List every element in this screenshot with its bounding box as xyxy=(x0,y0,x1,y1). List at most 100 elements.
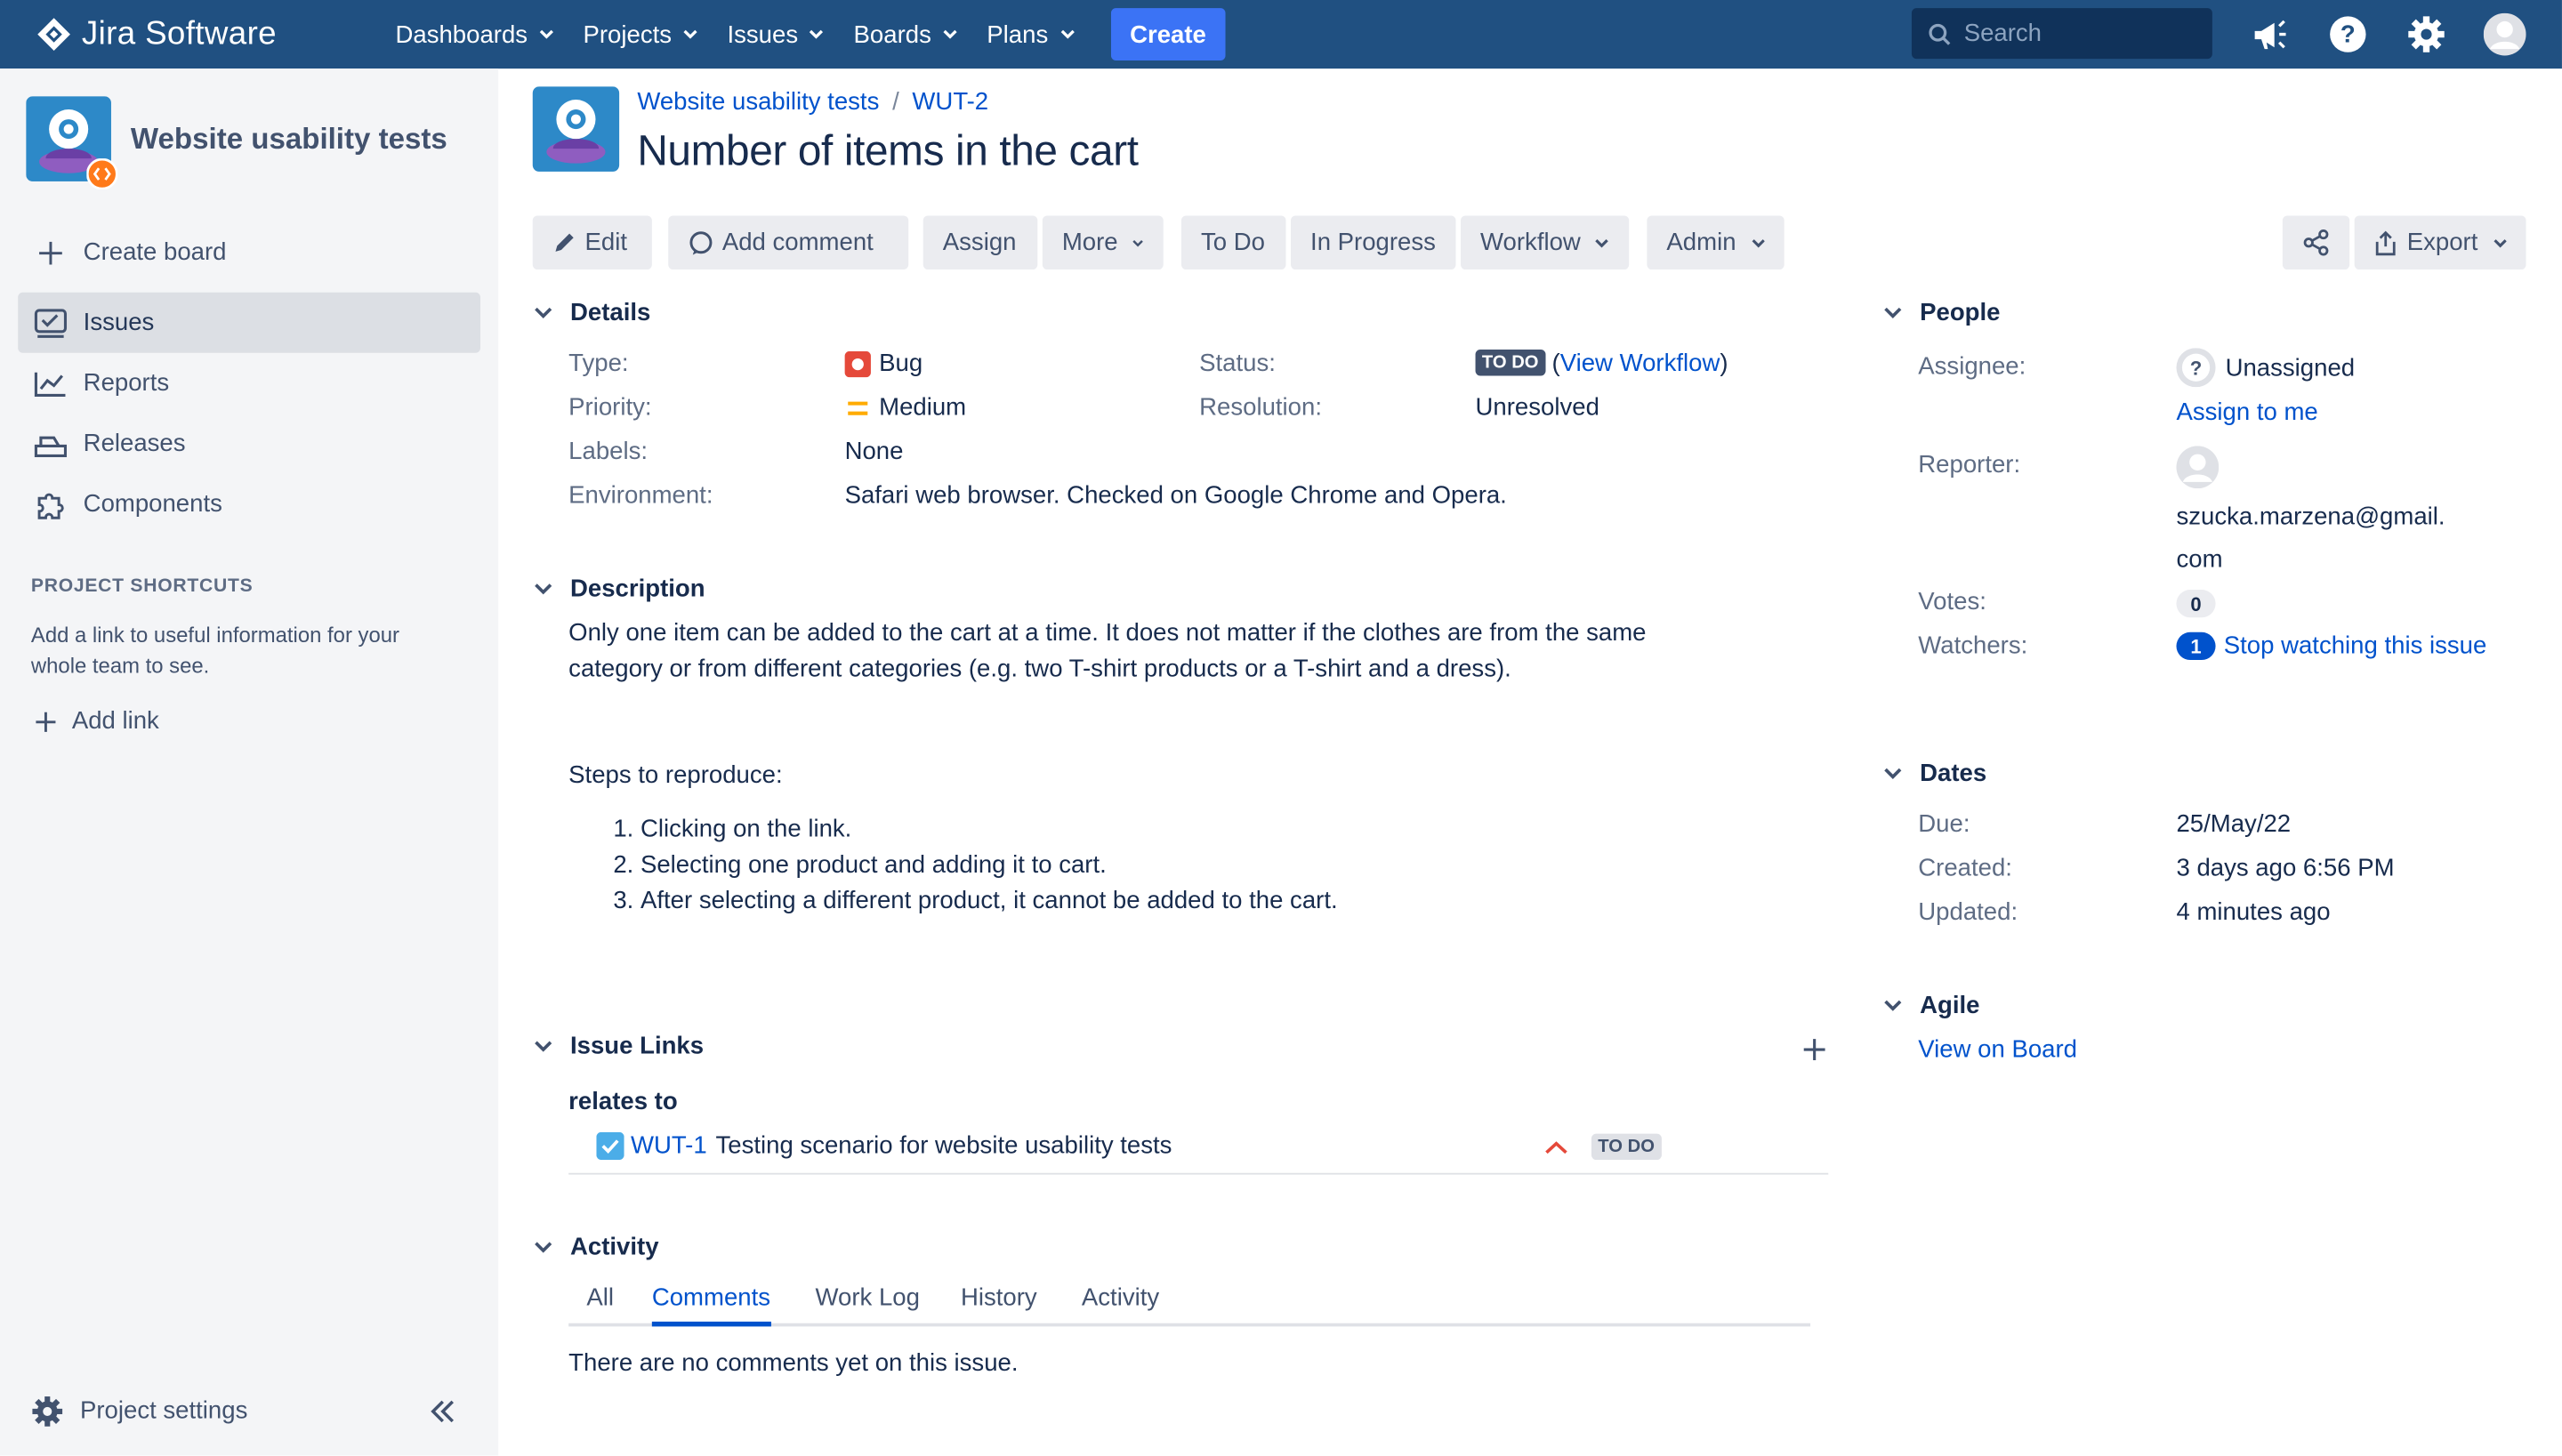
paren-open: ( xyxy=(1551,350,1560,378)
share-icon xyxy=(2303,229,2329,256)
view-workflow-link[interactable]: View Workflow xyxy=(1560,350,1720,377)
workflow-button[interactable]: Workflow xyxy=(1461,215,1630,270)
linked-issue-key[interactable]: WUT-1 xyxy=(631,1132,707,1160)
nav-plans[interactable]: Plans xyxy=(974,10,1088,59)
activity-section-toggle[interactable]: Activity xyxy=(535,1234,659,1261)
issue-links-section-toggle[interactable]: Issue Links xyxy=(535,1033,704,1060)
project-avatar[interactable] xyxy=(532,86,620,172)
user-avatar-icon[interactable] xyxy=(2482,12,2527,57)
tab-activity[interactable]: Activity xyxy=(1082,1284,1159,1327)
nav-label: Plans xyxy=(987,20,1049,49)
description-section-toggle[interactable]: Description xyxy=(535,575,705,603)
search-input[interactable]: Search xyxy=(1911,8,2212,60)
details-section-toggle[interactable]: Details xyxy=(535,299,650,326)
assign-button[interactable]: Assign xyxy=(922,215,1038,270)
chevron-down-icon xyxy=(943,29,957,39)
add-comment-button[interactable]: Add comment xyxy=(668,215,909,270)
more-button[interactable]: More xyxy=(1042,215,1164,270)
nav-label: Projects xyxy=(583,20,673,49)
collapse-sidebar-icon[interactable] xyxy=(425,1396,461,1428)
breadcrumb-project[interactable]: Website usability tests xyxy=(637,88,879,116)
jira-logo[interactable]: Jira Software xyxy=(36,15,362,52)
breadcrumb-separator: / xyxy=(892,88,899,117)
description-body[interactable]: Only one item can be added to the cart a… xyxy=(568,615,1646,688)
priority[interactable]: Medium xyxy=(845,393,967,422)
chevron-down-icon xyxy=(1596,238,1609,247)
add-issue-link-plus-icon[interactable] xyxy=(1799,1034,1828,1064)
settings-gear-icon[interactable] xyxy=(2404,12,2449,57)
notifications-icon[interactable] xyxy=(2246,12,2292,57)
nav-dashboards[interactable]: Dashboards xyxy=(383,10,567,59)
paren-close: ) xyxy=(1720,350,1728,378)
nav-projects[interactable]: Projects xyxy=(570,10,711,59)
people-section-toggle[interactable]: People xyxy=(1884,299,2000,326)
releases-icon xyxy=(34,430,68,457)
issue-type[interactable]: Bug xyxy=(844,350,923,378)
chevron-down-icon xyxy=(2493,238,2506,247)
view-on-board-link[interactable]: View on Board xyxy=(1918,1035,2077,1063)
step-item: After selecting a different product, it … xyxy=(640,884,1338,920)
tab-comments[interactable]: Comments xyxy=(651,1284,771,1327)
assign-to-me-link[interactable]: Assign to me xyxy=(2176,398,2317,426)
reporter-email[interactable]: szucka.marzena@gmail. com xyxy=(2176,496,2445,582)
nav-issues[interactable]: Issues xyxy=(714,10,837,59)
priority-label: Priority: xyxy=(568,393,652,422)
nav-boards[interactable]: Boards xyxy=(841,10,971,59)
components-puzzle-icon xyxy=(35,487,68,520)
environment-value[interactable]: Safari web browser. Checked on Google Ch… xyxy=(845,482,1507,510)
linked-issue-title[interactable]: Testing scenario for website usability t… xyxy=(715,1132,1172,1160)
description-heading: Description xyxy=(570,575,705,603)
agile-section-toggle[interactable]: Agile xyxy=(1884,992,1980,1019)
add-link-button[interactable]: Add link xyxy=(13,691,476,752)
reporter-email-line: com xyxy=(2176,545,2223,574)
updated-date: 4 minutes ago xyxy=(2176,898,2331,927)
breadcrumb-issue-key[interactable]: WUT-2 xyxy=(912,88,988,116)
export-icon xyxy=(2375,229,2396,255)
labels-value[interactable]: None xyxy=(845,438,904,465)
priority-value: Medium xyxy=(879,393,967,422)
votes-label: Votes: xyxy=(1918,588,1986,616)
linked-issue-row[interactable]: WUT-1 Testing scenario for website usabi… xyxy=(568,1121,1829,1175)
sidebar-item-label: Releases xyxy=(83,430,186,458)
created-label: Created: xyxy=(1918,854,2012,882)
chevron-down-icon xyxy=(1751,238,1765,247)
steps-list: Clicking on the link. Selecting one prod… xyxy=(605,812,1338,920)
issue-links-heading: Issue Links xyxy=(570,1032,705,1061)
stop-watching-link[interactable]: Stop watching this issue xyxy=(2224,632,2487,660)
tab-all[interactable]: All xyxy=(586,1284,614,1327)
sidebar-item-releases[interactable]: Releases xyxy=(18,414,480,474)
edit-button[interactable]: Edit xyxy=(532,215,652,270)
to-do-transition-button[interactable]: To Do xyxy=(1180,215,1286,270)
jira-diamond-icon xyxy=(37,18,70,51)
watchers-count-badge[interactable]: 1 xyxy=(2176,631,2216,661)
dates-section-toggle[interactable]: Dates xyxy=(1884,760,1986,787)
create-board-item[interactable]: Create board xyxy=(18,222,480,283)
sidebar-item-components[interactable]: Components xyxy=(18,474,480,535)
issue-type-value: Bug xyxy=(879,350,923,378)
chevron-down-icon xyxy=(683,29,697,39)
chevron-down-icon xyxy=(535,583,558,595)
votes-count-badge[interactable]: 0 xyxy=(2176,590,2216,618)
sidebar-item-reports[interactable]: Reports xyxy=(18,353,480,414)
updated-label: Updated: xyxy=(1918,898,2018,927)
tab-history[interactable]: History xyxy=(961,1284,1037,1327)
export-button[interactable]: Export xyxy=(2354,215,2526,270)
tab-work-log[interactable]: Work Log xyxy=(816,1284,920,1327)
project-settings-label: Project settings xyxy=(79,1396,248,1425)
project-header[interactable]: Website usability tests xyxy=(26,96,447,190)
export-label: Export xyxy=(2406,229,2478,257)
sidebar-item-issues[interactable]: Issues xyxy=(18,292,480,353)
project-settings-item[interactable]: Project settings xyxy=(15,1380,478,1441)
more-label: More xyxy=(1061,229,1118,257)
brand-name: Jira Software xyxy=(81,15,277,52)
in-progress-transition-button[interactable]: In Progress xyxy=(1290,215,1456,270)
chevron-down-icon xyxy=(535,307,558,318)
reports-icon xyxy=(34,370,68,397)
assignee-field[interactable]: ? Unassigned xyxy=(2176,348,2355,388)
share-button[interactable] xyxy=(2282,215,2350,270)
admin-button[interactable]: Admin xyxy=(1647,215,1785,270)
svg-text:?: ? xyxy=(2190,358,2202,380)
create-button[interactable]: Create xyxy=(1110,8,1226,60)
issue-title[interactable]: Number of items in the cart xyxy=(637,125,1139,176)
help-icon[interactable]: ? xyxy=(2325,12,2371,57)
